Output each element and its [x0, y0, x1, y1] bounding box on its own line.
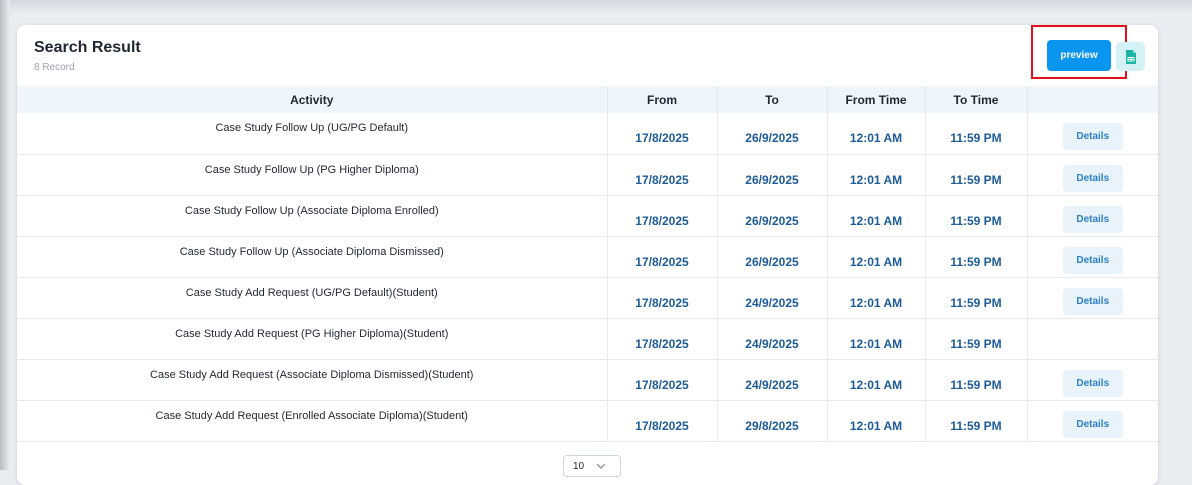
to-time-cell: 11:59 PM: [925, 236, 1028, 277]
to-date-cell: 26/9/2025: [717, 195, 828, 236]
page-size-select[interactable]: 10: [563, 455, 621, 477]
page-top-shadow: [0, 0, 1192, 14]
from-time-cell: 12:01 AM: [827, 195, 926, 236]
activity-cell: Case Study Add Request (UG/PG Default)(S…: [17, 277, 608, 318]
to-time-cell: 11:59 PM: [925, 113, 1028, 154]
results-table: Activity From To From Time To Time Case …: [17, 86, 1158, 442]
from-date-cell: 17/8/2025: [607, 236, 718, 277]
from-time-cell: 12:01 AM: [827, 154, 926, 195]
table-row: Case Study Follow Up (UG/PG Default) 17/…: [17, 113, 1158, 154]
activity-cell: Case Study Add Request (Enrolled Associa…: [17, 400, 608, 441]
activity-cell: Case Study Follow Up (PG Higher Diploma): [17, 154, 608, 195]
page-left-shadow: [0, 0, 10, 470]
to-date-cell: 26/9/2025: [717, 236, 828, 277]
details-button[interactable]: Details: [1062, 410, 1123, 438]
activity-cell: Case Study Follow Up (Associate Diploma …: [17, 195, 608, 236]
to-date-cell: 24/9/2025: [717, 359, 828, 400]
from-time-cell: 12:01 AM: [827, 359, 926, 400]
actions-cell: Details: [1027, 277, 1158, 318]
actions-cell: Details: [1027, 359, 1158, 400]
table-row: Case Study Add Request (Enrolled Associa…: [17, 400, 1158, 441]
activity-cell: Case Study Add Request (PG Higher Diplom…: [17, 318, 608, 359]
to-time-cell: 11:59 PM: [925, 318, 1028, 359]
from-date-cell: 17/8/2025: [607, 113, 718, 154]
to-time-cell: 11:59 PM: [925, 400, 1028, 441]
details-button[interactable]: Details: [1062, 123, 1123, 150]
from-time-cell: 12:01 AM: [827, 113, 926, 154]
actions-cell: Details: [1027, 195, 1158, 236]
column-header-from: From: [607, 86, 718, 113]
activity-cell: Case Study Follow Up (UG/PG Default): [17, 113, 608, 154]
table-row: Case Study Add Request (UG/PG Default)(S…: [17, 277, 1158, 318]
details-button[interactable]: Details: [1062, 164, 1123, 192]
table-row: Case Study Follow Up (Associate Diploma …: [17, 195, 1158, 236]
from-time-cell: 12:01 AM: [827, 400, 926, 441]
to-date-cell: 24/9/2025: [717, 318, 828, 359]
table-row: Case Study Follow Up (PG Higher Diploma)…: [17, 154, 1158, 195]
to-time-cell: 11:59 PM: [925, 277, 1028, 318]
actions-cell: Details: [1027, 400, 1158, 441]
column-header-to-time: To Time: [925, 86, 1028, 113]
excel-export-icon: [1125, 49, 1136, 64]
details-button[interactable]: Details: [1062, 287, 1123, 315]
from-date-cell: 17/8/2025: [607, 318, 718, 359]
activity-cell: Case Study Add Request (Associate Diplom…: [17, 359, 608, 400]
column-header-actions: [1027, 86, 1158, 113]
from-date-cell: 17/8/2025: [607, 400, 718, 441]
actions-cell: Details: [1027, 154, 1158, 195]
column-header-activity: Activity: [17, 86, 608, 113]
from-date-cell: 17/8/2025: [607, 195, 718, 236]
details-button[interactable]: Details: [1062, 205, 1123, 233]
activity-cell: Case Study Follow Up (Associate Diploma …: [17, 236, 608, 277]
from-time-cell: 12:01 AM: [827, 236, 926, 277]
from-date-cell: 17/8/2025: [607, 277, 718, 318]
from-time-cell: 12:01 AM: [827, 277, 926, 318]
actions-cell: Details: [1027, 236, 1158, 277]
from-date-cell: 17/8/2025: [607, 154, 718, 195]
details-button[interactable]: Details: [1062, 369, 1123, 397]
from-date-cell: 17/8/2025: [607, 359, 718, 400]
actions-cell: [1027, 318, 1158, 359]
column-header-to: To: [717, 86, 828, 113]
actions-cell: Details: [1027, 113, 1158, 154]
column-header-from-time: From Time: [827, 86, 926, 113]
chevron-down-icon: [596, 463, 606, 469]
to-time-cell: 11:59 PM: [925, 195, 1028, 236]
preview-button[interactable]: preview: [1047, 40, 1111, 71]
to-date-cell: 26/9/2025: [717, 154, 828, 195]
to-date-cell: 26/9/2025: [717, 113, 828, 154]
search-result-card: Search Result 8 Record preview Activity …: [17, 25, 1158, 485]
to-date-cell: 29/8/2025: [717, 400, 828, 441]
to-date-cell: 24/9/2025: [717, 277, 828, 318]
table-row: Case Study Add Request (PG Higher Diplom…: [17, 318, 1158, 359]
table-row: Case Study Add Request (Associate Diplom…: [17, 359, 1158, 400]
from-time-cell: 12:01 AM: [827, 318, 926, 359]
table-header-row: Activity From To From Time To Time: [17, 86, 1158, 113]
to-time-cell: 11:59 PM: [925, 359, 1028, 400]
to-time-cell: 11:59 PM: [925, 154, 1028, 195]
card-title: Search Result: [34, 39, 141, 56]
details-button[interactable]: Details: [1062, 246, 1123, 274]
table-row: Case Study Follow Up (Associate Diploma …: [17, 236, 1158, 277]
excel-export-button[interactable]: [1116, 42, 1145, 71]
record-count: 8 Record: [34, 62, 75, 73]
